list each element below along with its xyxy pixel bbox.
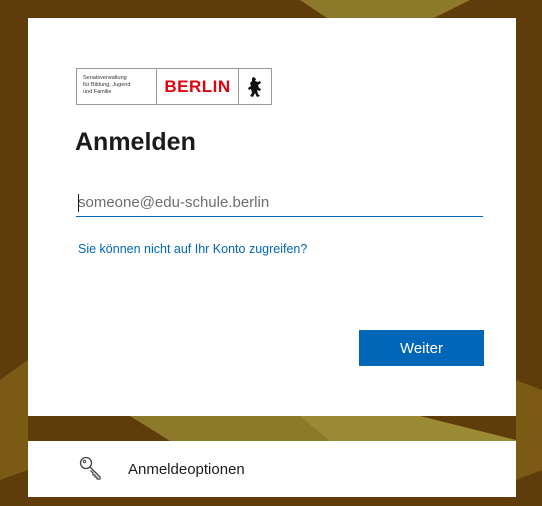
key-icon: [79, 456, 101, 480]
berlin-bear-icon: [239, 69, 271, 104]
signin-options-label: Anmeldeoptionen: [128, 461, 245, 478]
email-field[interactable]: [76, 188, 483, 217]
page-title: Anmelden: [75, 128, 196, 156]
next-button[interactable]: Weiter: [359, 330, 484, 366]
logo-department-text: Senatsverwaltung für Bildung, Jugend und…: [77, 69, 157, 104]
logo-line-2: für Bildung, Jugend: [83, 82, 131, 88]
signin-card: Senatsverwaltung für Bildung, Jugend und…: [28, 18, 516, 416]
logo-line-3: und Familie: [83, 89, 112, 95]
text-caret: [78, 194, 79, 212]
cannot-access-account-link[interactable]: Sie können nicht auf Ihr Konto zugreifen…: [78, 242, 307, 256]
logo-city: BERLIN: [157, 69, 239, 104]
logo-line-1: Senatsverwaltung: [83, 75, 127, 81]
signin-options-button[interactable]: Anmeldeoptionen: [28, 441, 516, 497]
berlin-logo: Senatsverwaltung für Bildung, Jugend und…: [76, 68, 272, 105]
